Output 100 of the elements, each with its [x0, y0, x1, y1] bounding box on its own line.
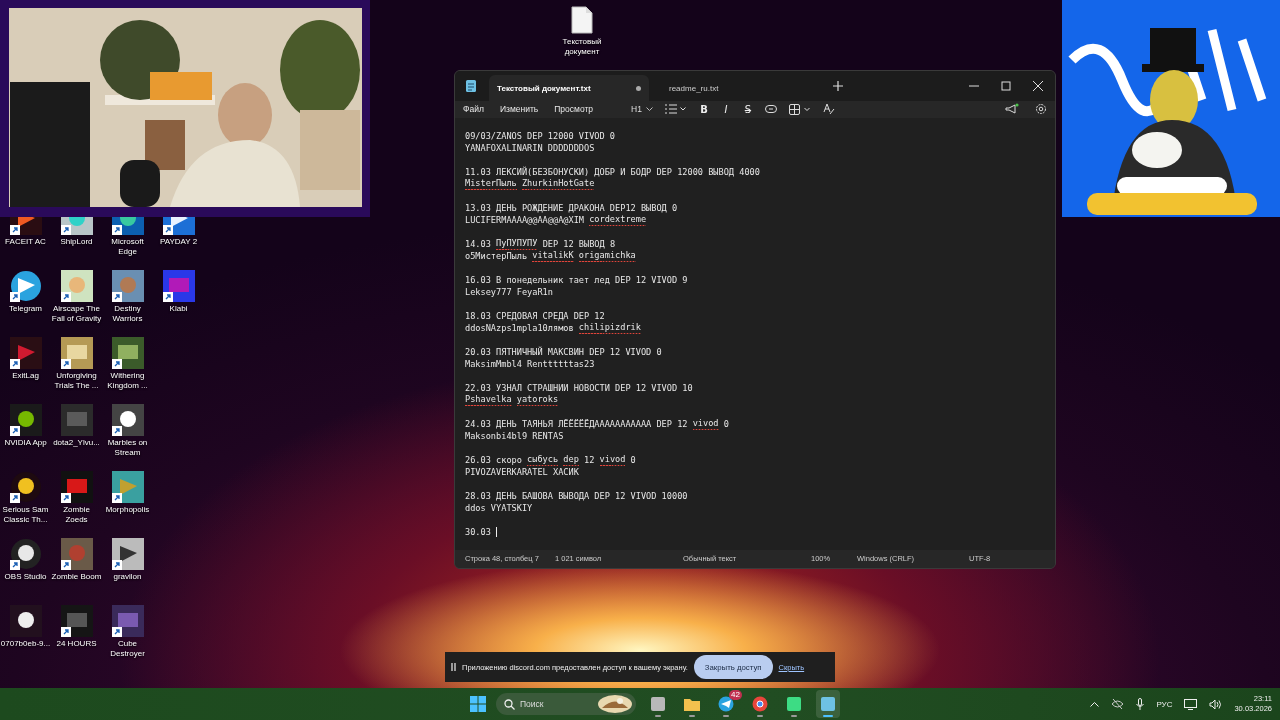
new-tab-icon[interactable] [833, 81, 843, 91]
megaphone-icon[interactable] [1005, 103, 1019, 116]
icon-label[interactable]: dota2_Ylvu... [53, 438, 100, 448]
text-file-icon[interactable] [571, 6, 593, 34]
list-icon[interactable] [664, 104, 687, 115]
app-icon[interactable] [60, 538, 93, 570]
icon-label[interactable]: ExitLag [12, 371, 39, 381]
chevron-up-icon[interactable] [1090, 701, 1100, 707]
icon-label[interactable]: Airscape The Fall of Gravity [51, 304, 102, 324]
menu-item[interactable]: Просмотр [554, 104, 594, 115]
notepad-icon [465, 79, 477, 93]
app-icon[interactable] [60, 337, 93, 369]
misspelled-word: yatoroks [516, 393, 559, 407]
icon-label[interactable]: ShipLord [60, 237, 93, 247]
icon-label[interactable]: 24 HOURS [56, 639, 97, 649]
file-label[interactable]: Текстовый документ [556, 37, 608, 57]
caret-icon [645, 106, 653, 112]
app-icon[interactable] [111, 605, 144, 637]
text-line: 12 [584, 453, 595, 466]
tab[interactable]: readme_ru.txt [661, 75, 821, 101]
app-icon [786, 696, 802, 712]
icon-label[interactable]: Klabi [169, 304, 188, 314]
app-icon[interactable] [111, 217, 144, 235]
icon-label[interactable]: 0707b0eb-9... [0, 639, 51, 649]
app-icon [752, 696, 768, 712]
text-line: 11.03 ЛЕКСИЙ(БЕЗБОНУСКИ) ДОБР И БОДР DEP 12000 ВЫВОД 4000 [465, 165, 760, 178]
speaker-icon[interactable] [1209, 698, 1223, 710]
icon-label[interactable]: gravilon [113, 572, 142, 582]
link-icon[interactable] [764, 105, 777, 114]
app-icon[interactable] [111, 471, 144, 503]
icon-label[interactable]: Destiny Warriors [102, 304, 153, 324]
icon-label[interactable]: Telegram [9, 304, 42, 314]
table-icon[interactable] [788, 103, 811, 115]
monitor-icon[interactable] [1184, 698, 1198, 710]
icon-label[interactable]: Zombie Zoeds [51, 505, 102, 525]
text-line: Maksonbi4bl9 RENTAS [465, 429, 564, 442]
close-icon[interactable] [1033, 81, 1043, 91]
app-icon[interactable] [111, 270, 144, 302]
menu-item[interactable]: Изменить [499, 104, 539, 115]
heading-dropdown[interactable]: H1 [631, 104, 653, 115]
app-icon[interactable] [9, 605, 42, 637]
microphone-icon[interactable] [1136, 698, 1145, 710]
icon-label[interactable]: Serious Sam Classic Th... [0, 505, 51, 525]
icon-label[interactable]: PAYDAY 2 [159, 237, 198, 247]
text-line: 0 [723, 417, 729, 430]
misspelled-word: vitalikK [532, 249, 574, 263]
icon-label[interactable]: Marbles on Stream [102, 438, 153, 458]
icon-label[interactable]: Withering Kingdom ... [102, 371, 153, 391]
text-line: 20.03 ПЯТНИЧНЫЙ МАКСВИН DEP 12 VIVOD 0 [465, 345, 662, 358]
language-indicator[interactable]: РУС [1156, 699, 1173, 709]
settings-icon[interactable] [1035, 103, 1047, 116]
icon-label[interactable]: NVIDIA App [4, 438, 47, 448]
icon-label[interactable]: Zombie Boom [51, 572, 102, 582]
app-icon[interactable] [111, 538, 144, 570]
text-line: 0 [630, 453, 636, 466]
format-button[interactable]: B [698, 103, 709, 115]
app-icon[interactable] [9, 471, 42, 503]
format-button[interactable]: S [742, 103, 753, 115]
app-icon[interactable] [111, 404, 144, 436]
text-line: DEP 12 ВЫВОД 8 [542, 237, 616, 250]
app-icon[interactable] [162, 270, 195, 302]
tab[interactable]: Текстовый документ.txt [489, 75, 649, 101]
pause-icon [451, 663, 456, 671]
icon-label[interactable]: Morphopolis [105, 505, 150, 515]
text-cursor [496, 526, 498, 537]
app-icon[interactable] [60, 471, 93, 503]
app-icon[interactable] [60, 217, 93, 235]
app-icon[interactable] [9, 270, 42, 302]
icon-label[interactable]: FACEIT AC [5, 237, 46, 247]
text-line: LUCIFERMAAAA@@AA@@A@XIM [465, 213, 584, 226]
text-line: YANAFOXALINARIN DDDDDDDOS [465, 141, 595, 154]
unread-badge: 42 [729, 690, 742, 700]
menu-item[interactable]: Файл [463, 104, 484, 115]
search-icon [504, 698, 515, 710]
format-button[interactable]: I [720, 103, 731, 115]
app-icon[interactable] [9, 538, 42, 570]
text-line: Leksey777 FeyaR1n [465, 285, 553, 298]
eye-off-icon[interactable] [1111, 699, 1125, 709]
text-line: 30.03 [465, 525, 491, 538]
maximize-icon[interactable] [1001, 81, 1011, 91]
app-icon[interactable] [60, 270, 93, 302]
app-icon [820, 696, 836, 712]
misspelled-word: vivod [692, 417, 719, 431]
app-icon[interactable] [111, 337, 144, 369]
spellcheck-icon[interactable] [822, 103, 835, 116]
icon-label[interactable]: OBS Studio [4, 572, 47, 582]
text-line: 18.03 СРЕДОВАЯ СРЕДА DEP 12 [465, 309, 605, 322]
app-icon[interactable] [9, 337, 42, 369]
app-icon[interactable] [60, 605, 93, 637]
start-icon[interactable] [470, 696, 486, 712]
taskbar-app[interactable] [816, 690, 840, 718]
misspelled-word: Pshavelka [465, 393, 512, 407]
app-icon[interactable] [9, 217, 42, 235]
icon-label[interactable]: Cube Destroyer [102, 639, 153, 659]
icon-label[interactable]: Unforgiving Trials The ... [51, 371, 102, 391]
icon-label[interactable]: Microsoft Edge [102, 237, 153, 257]
app-icon [718, 696, 734, 712]
app-icon[interactable] [9, 404, 42, 436]
app-icon[interactable] [162, 217, 195, 235]
text-line: ddosNAzps1mpla10лямов [465, 321, 574, 334]
